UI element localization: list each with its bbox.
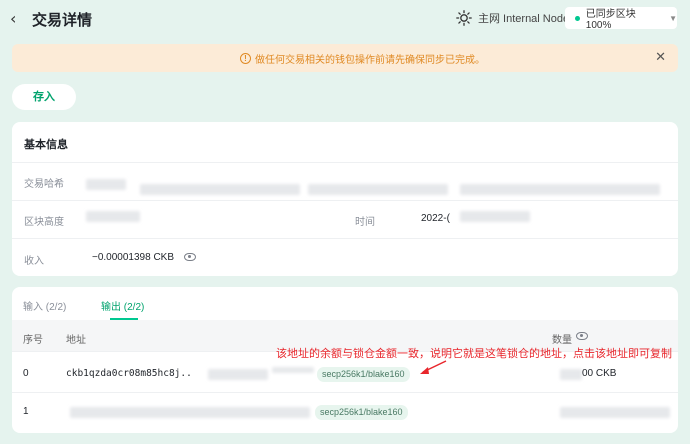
warning-icon: ! — [240, 53, 251, 64]
time-label: 时间 — [355, 217, 375, 228]
caret-down-icon: ▼ — [669, 13, 677, 23]
chevron-left-icon[interactable]: ‹ — [10, 9, 16, 28]
income-value: −0.00001398 CKB — [92, 252, 175, 263]
top-bar: ‹ 交易详情 主网 Internal Node 已同步区块 100% ▼ — [0, 0, 690, 36]
divider — [12, 200, 678, 201]
divider — [12, 392, 678, 393]
sync-status-dot — [575, 15, 580, 21]
tx-hash-redacted — [460, 184, 660, 195]
tab-inputs[interactable]: 输入 (2/2) — [23, 298, 66, 313]
time-redacted — [460, 211, 530, 222]
income-label: 收入 — [24, 256, 44, 267]
sync-status-dropdown[interactable]: 已同步区块 100% ▼ — [565, 7, 677, 31]
basic-info-title: 基本信息 — [24, 139, 68, 151]
row-address[interactable]: ckb1qzda0cr08m85hc8j.. — [66, 368, 192, 379]
amount-redacted — [560, 407, 670, 418]
network-label: 主网 Internal Node — [478, 13, 570, 25]
lock-type-tag: secp256k1/blake160 — [315, 405, 408, 420]
time-value: 2022-( — [421, 213, 450, 224]
annotation-arrow-icon — [420, 360, 447, 374]
tx-hash-redacted — [140, 184, 300, 195]
red-annotation-text: 该地址的余额与锁仓金额一致，说明它就是这笔锁仓的地址，点击该地址即可复制 — [276, 348, 672, 360]
eye-icon[interactable] — [576, 332, 588, 340]
sun-icon — [456, 10, 472, 26]
divider — [12, 238, 678, 239]
tx-hash-label: 交易哈希 — [24, 179, 64, 190]
sync-status-label: 已同步区块 100% — [585, 9, 636, 31]
block-height-label: 区块高度 — [24, 217, 64, 228]
tx-hash-redacted — [308, 184, 448, 195]
address-redacted — [208, 369, 268, 380]
column-index: 序号 — [23, 335, 43, 346]
eye-icon[interactable] — [184, 253, 196, 261]
divider — [12, 162, 678, 163]
page-title: 交易详情 — [32, 12, 93, 29]
row-index: 1 — [23, 406, 29, 417]
basic-info-card: 基本信息 交易哈希 区块高度 时间 2022-( 收入 −0.00001398 … — [12, 122, 678, 276]
warning-message: ! 做任何交易相关的钱包操作前请先确保同步已完成。 — [240, 51, 485, 66]
close-icon[interactable]: ✕ — [655, 49, 666, 65]
warning-text: 做任何交易相关的钱包操作前请先确保同步已完成。 — [255, 55, 485, 66]
tx-hash-redacted — [86, 179, 126, 190]
column-amount: 数量 — [552, 335, 572, 346]
amount-redacted — [560, 369, 582, 380]
address-redacted[interactable] — [70, 407, 310, 418]
address-redacted — [272, 367, 314, 373]
lock-type-tag: secp256k1/blake160 — [317, 367, 410, 382]
tab-outputs[interactable]: 输出 (2/2) — [101, 298, 144, 313]
row-index: 0 — [23, 368, 29, 379]
sync-warning-banner: ! 做任何交易相关的钱包操作前请先确保同步已完成。 ✕ — [12, 44, 678, 72]
deposit-button[interactable]: 存入 — [12, 84, 76, 110]
row-amount: 00 CKB — [582, 368, 617, 379]
block-height-redacted — [86, 211, 140, 222]
column-address: 地址 — [66, 335, 86, 346]
network-indicator[interactable]: 主网 Internal Node — [456, 10, 569, 26]
